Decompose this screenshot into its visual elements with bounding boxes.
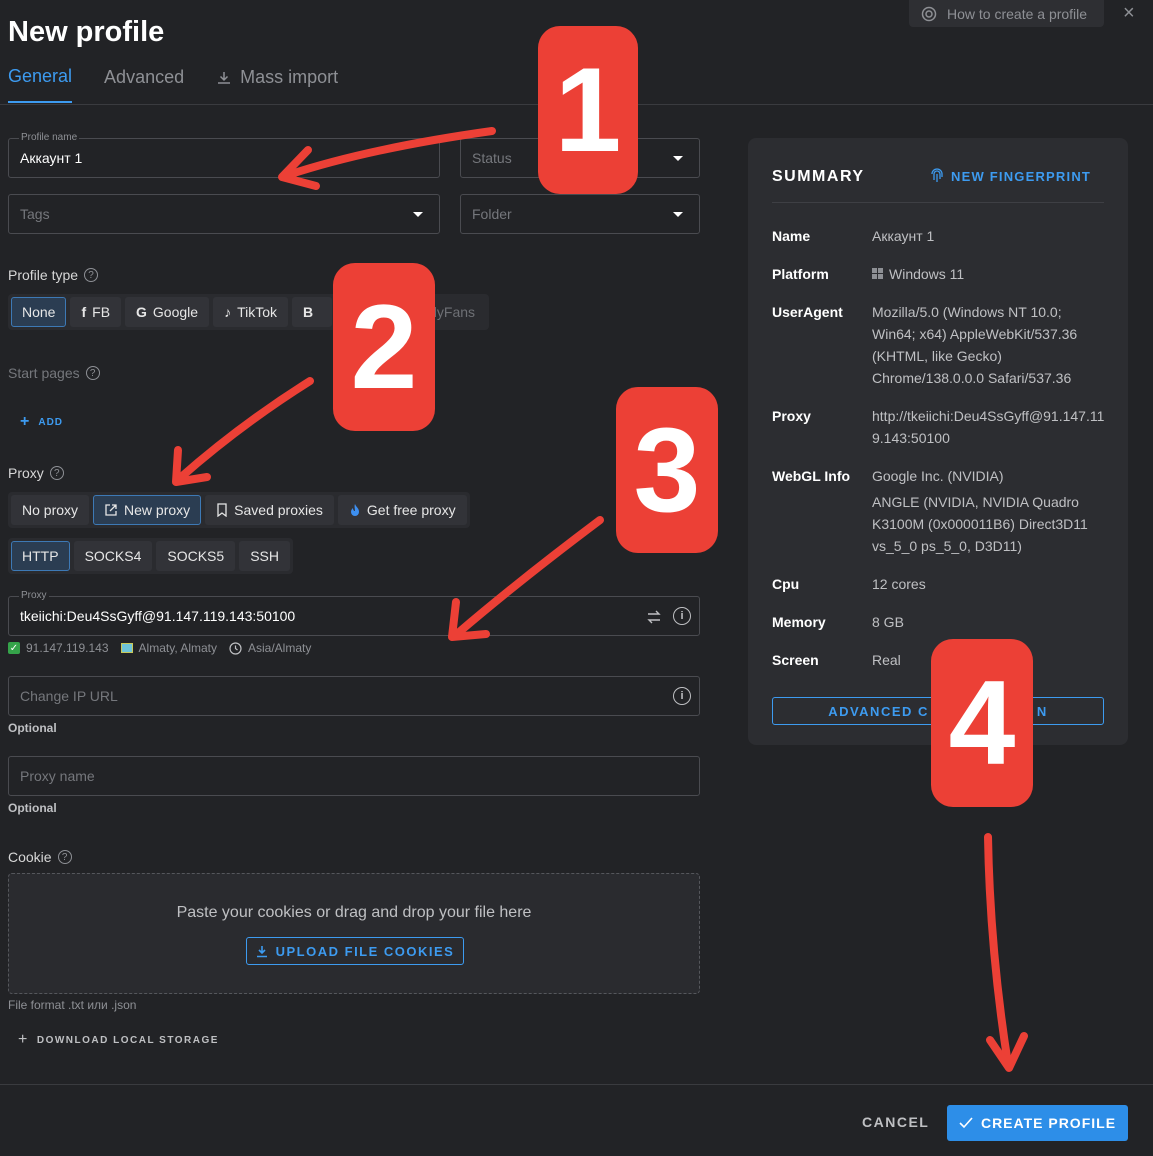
protocol-socks5[interactable]: SOCKS5 [156,541,236,571]
profile-type-label: Profile type? [8,267,99,283]
profile-name-field[interactable]: Profile name Аккаунт 1 [8,132,440,178]
download-local-storage-button[interactable]: + DOWNLOAD LOCAL STORAGE [18,1031,219,1049]
lifebuoy-icon [921,6,937,21]
protocol-http[interactable]: HTTP [11,541,70,571]
create-profile-button[interactable]: CREATE PROFILE [947,1105,1128,1141]
check-icon [959,1117,973,1129]
flame-icon [350,504,359,516]
protocol-ssh[interactable]: SSH [239,541,290,571]
change-ip-optional-hint: Optional [8,721,57,735]
proxy-geo-info: ✓ 91.147.119.143 Almaty, Almaty Asia/Alm… [8,641,311,655]
google-icon: G [136,304,147,320]
help-icon[interactable]: ? [57,850,72,864]
proxy-protocol-selector: HTTP SOCKS4 SOCKS5 SSH [8,538,293,574]
proxy-ip: 91.147.119.143 [26,641,109,655]
summary-title: SUMMARY [772,168,865,185]
plus-icon: + [18,1031,29,1048]
help-icon[interactable]: ? [85,366,100,380]
proxy-mode-get-free-proxy[interactable]: Get free proxy [337,495,467,525]
folder-select[interactable]: Folder [460,194,700,234]
profile-type-google[interactable]: G Google [125,297,210,327]
cookie-drop-text: Paste your cookies or drag and drop your… [176,904,532,921]
proxy-name-input[interactable]: Proxy name [8,756,700,796]
flag-icon [120,643,133,653]
profile-type-none[interactable]: None [11,297,67,327]
tab-mass-import[interactable]: Mass import [216,66,338,103]
tab-bar: General Advanced Mass import [8,66,338,103]
proxy-value: tkeiichi:Deu4SsGyff@91.147.119.143:50100 [20,608,296,624]
facebook-icon: f [81,304,87,320]
proxy-section-label: Proxy? [8,465,64,481]
bitcoin-icon: B [303,304,314,320]
profile-name-value: Аккаунт 1 [20,150,83,166]
proxy-mode-selector: No proxy New proxy Saved proxies Get fre… [8,492,470,528]
start-pages-label: Start pages? [8,365,100,381]
cookie-drop-zone[interactable]: Paste your cookies or drag and drop your… [8,873,700,994]
cookie-label: Cookie? [8,849,72,865]
cancel-button[interactable]: CANCEL [862,1114,929,1130]
swap-icon[interactable] [646,609,662,625]
fingerprint-icon [931,168,943,182]
proxy-mode-new-proxy[interactable]: New proxy [93,495,202,525]
help-icon[interactable]: ? [49,466,64,480]
profile-type-fb[interactable]: f FB [70,297,122,327]
arrow-4 [984,833,1012,1068]
arrow-2 [176,377,314,482]
proxy-name-optional-hint: Optional [8,801,57,815]
arrow-4-head [986,1032,1028,1072]
how-to-create-button[interactable]: How to create a profile [909,0,1104,27]
help-label: How to create a profile [947,5,1088,22]
new-window-icon [105,504,117,516]
tiktok-icon: ♪ [224,304,232,320]
chevron-down-icon [673,156,683,161]
windows-icon [872,268,883,279]
annotation-badge-4: 4 [931,639,1033,807]
plus-icon: + [20,413,31,430]
help-icon[interactable]: ? [84,268,99,282]
proxy-timezone: Asia/Almaty [248,641,312,655]
page-title: New profile [8,16,165,48]
annotation-badge-1: 1 [538,26,638,194]
webgl-detail: ANGLE (NVIDIA, NVIDIA Quadro K3100M (0x0… [872,494,1088,554]
file-format-hint: File format .txt или .json [8,998,137,1012]
check-icon: ✓ [8,642,20,654]
chevron-down-icon [413,212,423,217]
chevron-down-icon [673,212,683,217]
proxy-mode-saved-proxies[interactable]: Saved proxies [205,495,334,525]
bookmark-icon [217,503,227,517]
change-ip-url-input[interactable]: Change IP URL i [8,676,700,716]
info-icon[interactable]: i [673,607,691,625]
profile-type-tiktok[interactable]: ♪ TikTok [213,297,289,327]
proxy-location: Almaty, Almaty [138,641,217,655]
footer-divider [0,1084,1153,1085]
summary-divider [772,202,1104,203]
profile-type-crypto[interactable]: B [292,297,333,327]
upload-file-cookies-button[interactable]: UPLOAD FILE COOKIES [246,937,464,965]
download-icon [256,945,267,957]
annotation-badge-2: 2 [333,263,435,431]
protocol-socks4[interactable]: SOCKS4 [73,541,153,571]
arrow-2-head [172,446,211,486]
proxy-input[interactable]: Proxy tkeiichi:Deu4SsGyff@91.147.119.143… [8,590,700,636]
annotation-badge-3: 3 [616,387,718,553]
tab-general[interactable]: General [8,66,73,103]
tags-select[interactable]: Tags [8,194,440,234]
close-icon[interactable]: × [1123,2,1135,25]
download-icon [218,71,231,84]
new-fingerprint-button[interactable]: NEW FINGERPRINT [930,168,1091,184]
tab-advanced[interactable]: Advanced [104,66,184,103]
clock-icon [229,641,242,655]
info-icon[interactable]: i [673,687,691,705]
proxy-mode-no-proxy[interactable]: No proxy [11,495,90,525]
add-start-page-button[interactable]: + ADD [20,413,63,431]
